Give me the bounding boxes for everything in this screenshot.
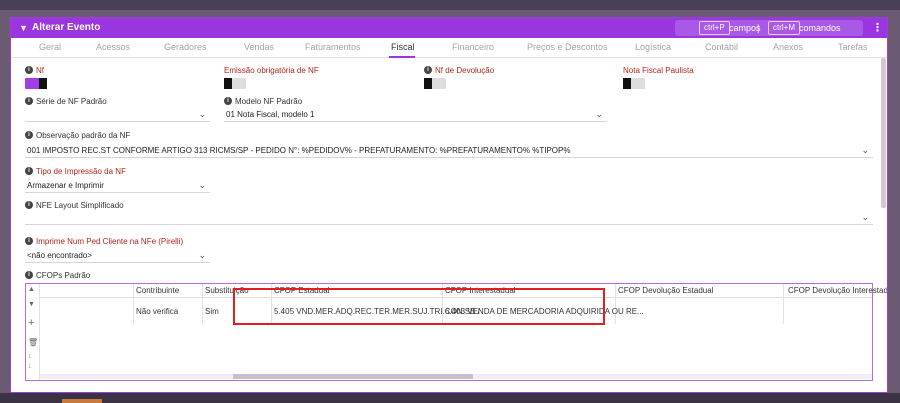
observacao-value: 001 IMPOSTO REC.ST CONFORME ARTIGO 313 R… <box>27 146 571 155</box>
tab-geradores[interactable]: Geradores <box>164 42 207 52</box>
nfe-layout-select[interactable]: ⌄ <box>25 211 873 225</box>
tab-tarefas[interactable]: Tarefas <box>838 42 868 52</box>
tab-contabil[interactable]: Contábil <box>705 42 738 52</box>
modelo-nf-value: 01 Nota Fiscal, modelo 1 <box>226 110 315 119</box>
serie-nf-select[interactable]: ⌄ <box>25 108 210 122</box>
window-title: Alterar Evento <box>32 22 101 33</box>
nf-label: Nf <box>36 66 44 75</box>
shortcut-separator: | <box>757 23 760 33</box>
serie-nf-label: Série de NF Padrão <box>36 97 107 106</box>
horizontal-scroll-thumb[interactable] <box>233 374 473 379</box>
emissao-label: Emissão obrigatória de NF <box>224 66 319 75</box>
tab-fiscal[interactable]: Fiscal <box>391 42 415 52</box>
tab-faturamentos[interactable]: Faturamentos <box>305 42 361 52</box>
chevron-down-icon: ⌄ <box>595 109 603 119</box>
info-icon: i <box>25 66 33 74</box>
add-row-icon[interactable]: + <box>28 317 34 329</box>
tab-vendas[interactable]: Vendas <box>244 42 274 52</box>
shortcut-campos-text: campos <box>729 23 761 33</box>
nota-paulista-label: Nota Fiscal Paulista <box>623 66 694 75</box>
col-contribuinte[interactable]: Contribuinte <box>136 286 179 295</box>
tab-bar: Geral Acessos Geradores Vendas Faturamen… <box>11 38 887 58</box>
column-divider <box>202 284 203 324</box>
trash-icon[interactable]: 🗑 <box>28 338 38 347</box>
imprime-num-value: <não encontrado> <box>27 251 92 260</box>
tab-precos-descontos[interactable]: Preços e Descontos <box>527 42 608 52</box>
observacao-label: Observação padrão da NF <box>36 131 131 140</box>
active-tab-indicator <box>389 56 415 58</box>
modelo-nf-select[interactable]: 01 Nota Fiscal, modelo 1 ⌄ <box>224 108 607 122</box>
vertical-scroll-thumb[interactable] <box>881 58 886 208</box>
highlight-box <box>233 288 605 325</box>
window-menu-icon[interactable]: ⋮ <box>872 21 883 34</box>
imprime-num-select[interactable]: <não encontrado> ⌄ <box>25 249 210 263</box>
collapse-chevron-icon[interactable]: ▼ <box>19 23 28 33</box>
move-down-icon[interactable]: ▼ <box>28 301 35 308</box>
table-cell[interactable]: Sim <box>205 307 219 316</box>
modelo-nf-label: Modelo NF Padrão <box>235 97 303 106</box>
info-icon: i <box>25 271 33 279</box>
table-cell[interactable]: Não verifica <box>136 307 178 316</box>
tab-anexos[interactable]: Anexos <box>773 42 803 52</box>
observacao-select[interactable]: 001 IMPOSTO REC.ST CONFORME ARTIGO 313 R… <box>25 144 873 158</box>
chevron-down-icon: ⌄ <box>861 145 869 155</box>
info-icon: i <box>25 237 33 245</box>
info-icon: i <box>25 131 33 139</box>
chevron-down-icon: ⌄ <box>198 109 206 119</box>
backdrop-bottom <box>0 393 900 403</box>
info-icon: i <box>25 167 33 175</box>
col-cfop-devolucao-interestadual[interactable]: CFOP Devolução Interestadual <box>788 286 887 295</box>
nf-devolucao-label: Nf de Devolução <box>435 66 495 75</box>
col-cfop-devolucao-estadual[interactable]: CFOP Devolução Estadual <box>618 286 713 295</box>
chevron-down-icon: ⌄ <box>861 212 869 222</box>
shortcut-comandos-key[interactable]: ctrl+M <box>768 21 800 35</box>
chevron-down-icon: ⌄ <box>198 180 206 190</box>
info-icon: i <box>25 201 33 209</box>
column-divider <box>783 284 784 324</box>
tab-logistica[interactable]: Logística <box>635 42 671 52</box>
shortcut-comandos-text: comandos <box>799 23 841 33</box>
taskbar-tab[interactable] <box>62 399 102 403</box>
imprime-num-label: Imprime Num Ped Cliente na NFe (Pirelli) <box>36 237 184 246</box>
info-icon: i <box>25 97 33 105</box>
row-counter: 1 <box>28 364 32 370</box>
move-up-icon[interactable]: ▲ <box>28 286 35 293</box>
tab-geral[interactable]: Geral <box>39 42 61 52</box>
emissao-toggle[interactable] <box>224 78 246 89</box>
cfops-label: CFOPs Padrão <box>36 271 91 280</box>
nota-paulista-toggle[interactable] <box>623 78 645 89</box>
row-counter: 1 <box>28 354 32 360</box>
grid-toolbar: ▲ ▼ + 🗑 1 1 <box>26 284 40 380</box>
nf-toggle[interactable] <box>25 78 47 89</box>
info-icon: i <box>424 66 432 74</box>
tipo-impressao-select[interactable]: Armazenar e Imprimir ⌄ <box>25 179 210 193</box>
backdrop-top <box>0 0 900 10</box>
edit-event-window: ▼ Alterar Evento ctrl+P campos | ctrl+M … <box>10 17 888 393</box>
tab-financeiro[interactable]: Financeiro <box>452 42 494 52</box>
nf-devolucao-toggle[interactable] <box>424 78 446 89</box>
shortcut-campos-key[interactable]: ctrl+P <box>699 21 730 35</box>
tipo-impressao-label: Tipo de Impressão da NF <box>36 167 126 176</box>
window-titlebar: ▼ Alterar Evento ctrl+P campos | ctrl+M … <box>11 18 887 38</box>
info-icon: i <box>224 97 232 105</box>
nfe-layout-label: NFE Layout Simplificado <box>36 201 124 210</box>
column-divider <box>133 284 134 324</box>
column-divider <box>615 284 616 324</box>
tipo-impressao-value: Armazenar e Imprimir <box>27 181 104 190</box>
tab-acessos[interactable]: Acessos <box>96 42 130 52</box>
chevron-down-icon: ⌄ <box>198 250 206 260</box>
